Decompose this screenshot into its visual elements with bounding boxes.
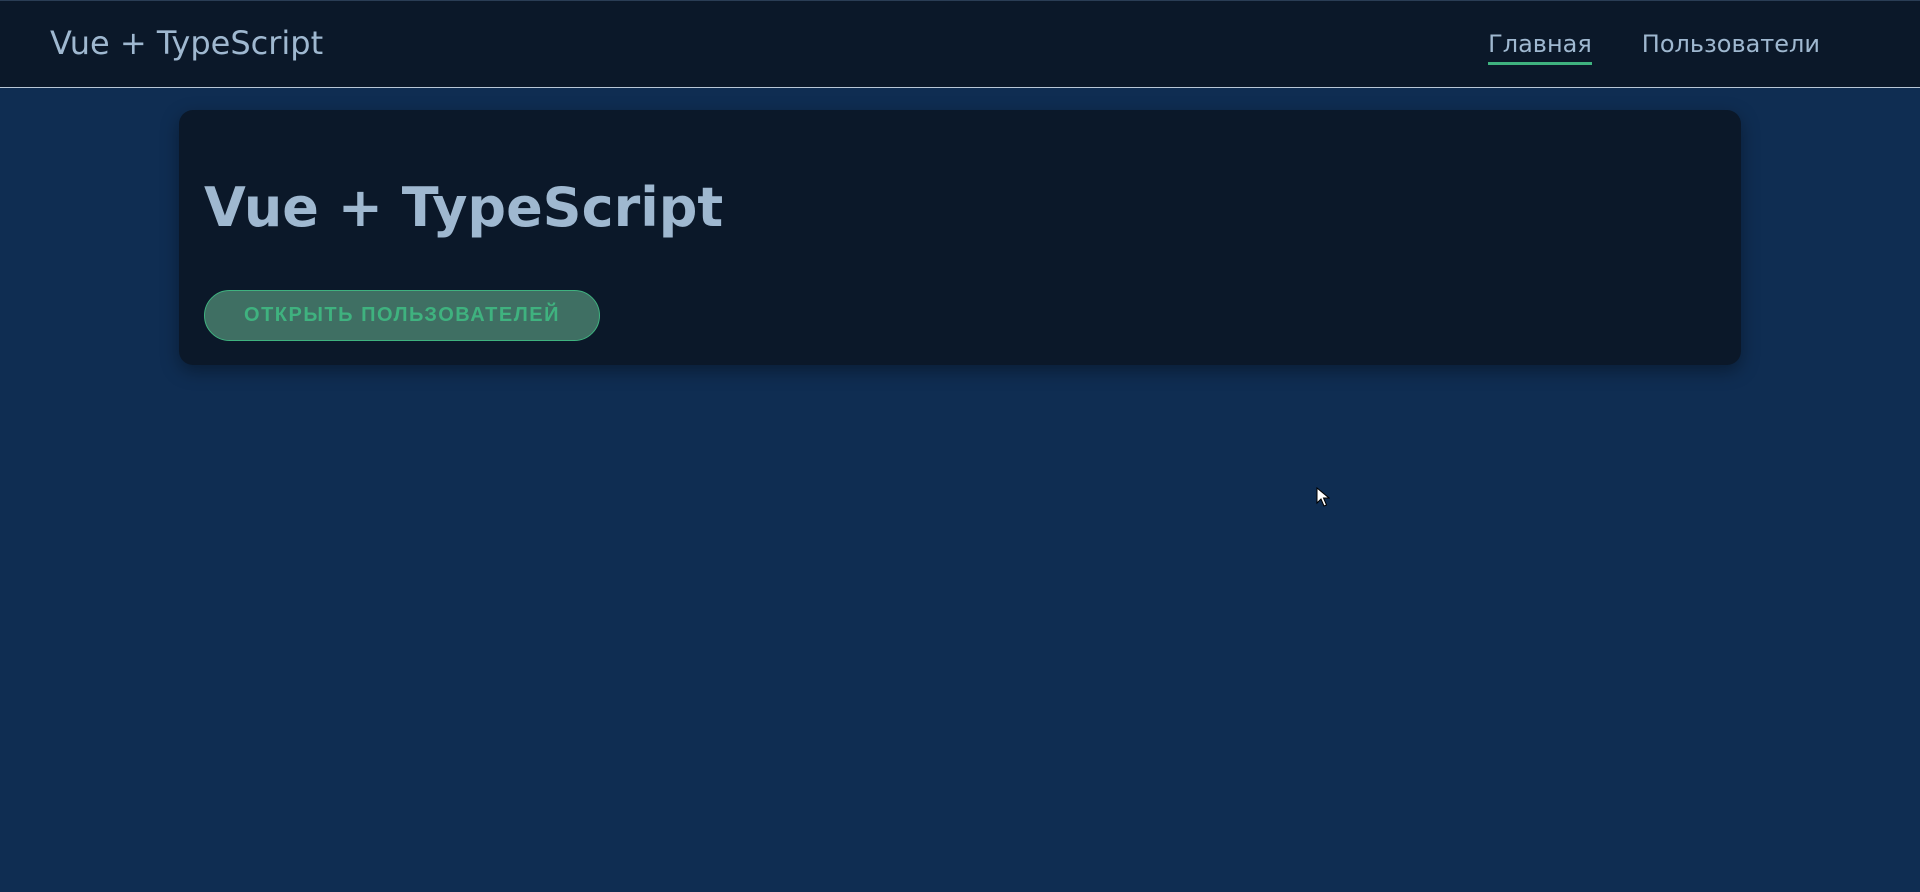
brand-title[interactable]: Vue + TypeScript (50, 21, 323, 65)
nav-link-home[interactable]: Главная (1488, 27, 1592, 65)
nav-link-users[interactable]: Пользователи (1642, 27, 1820, 65)
app-root: Vue + TypeScript Главная Пользователи Vu… (0, 0, 1920, 892)
mouse-pointer-icon (1316, 487, 1330, 507)
page-title: Vue + TypeScript (204, 176, 724, 239)
main-nav: Главная Пользователи (1488, 27, 1820, 65)
top-navigation-bar: Vue + TypeScript Главная Пользователи (0, 0, 1920, 88)
open-users-button[interactable]: ОТКРЫТЬ ПОЛЬЗОВАТЕЛЕЙ (204, 290, 600, 341)
hero-card: Vue + TypeScript ОТКРЫТЬ ПОЛЬЗОВАТЕЛЕЙ (179, 110, 1741, 365)
